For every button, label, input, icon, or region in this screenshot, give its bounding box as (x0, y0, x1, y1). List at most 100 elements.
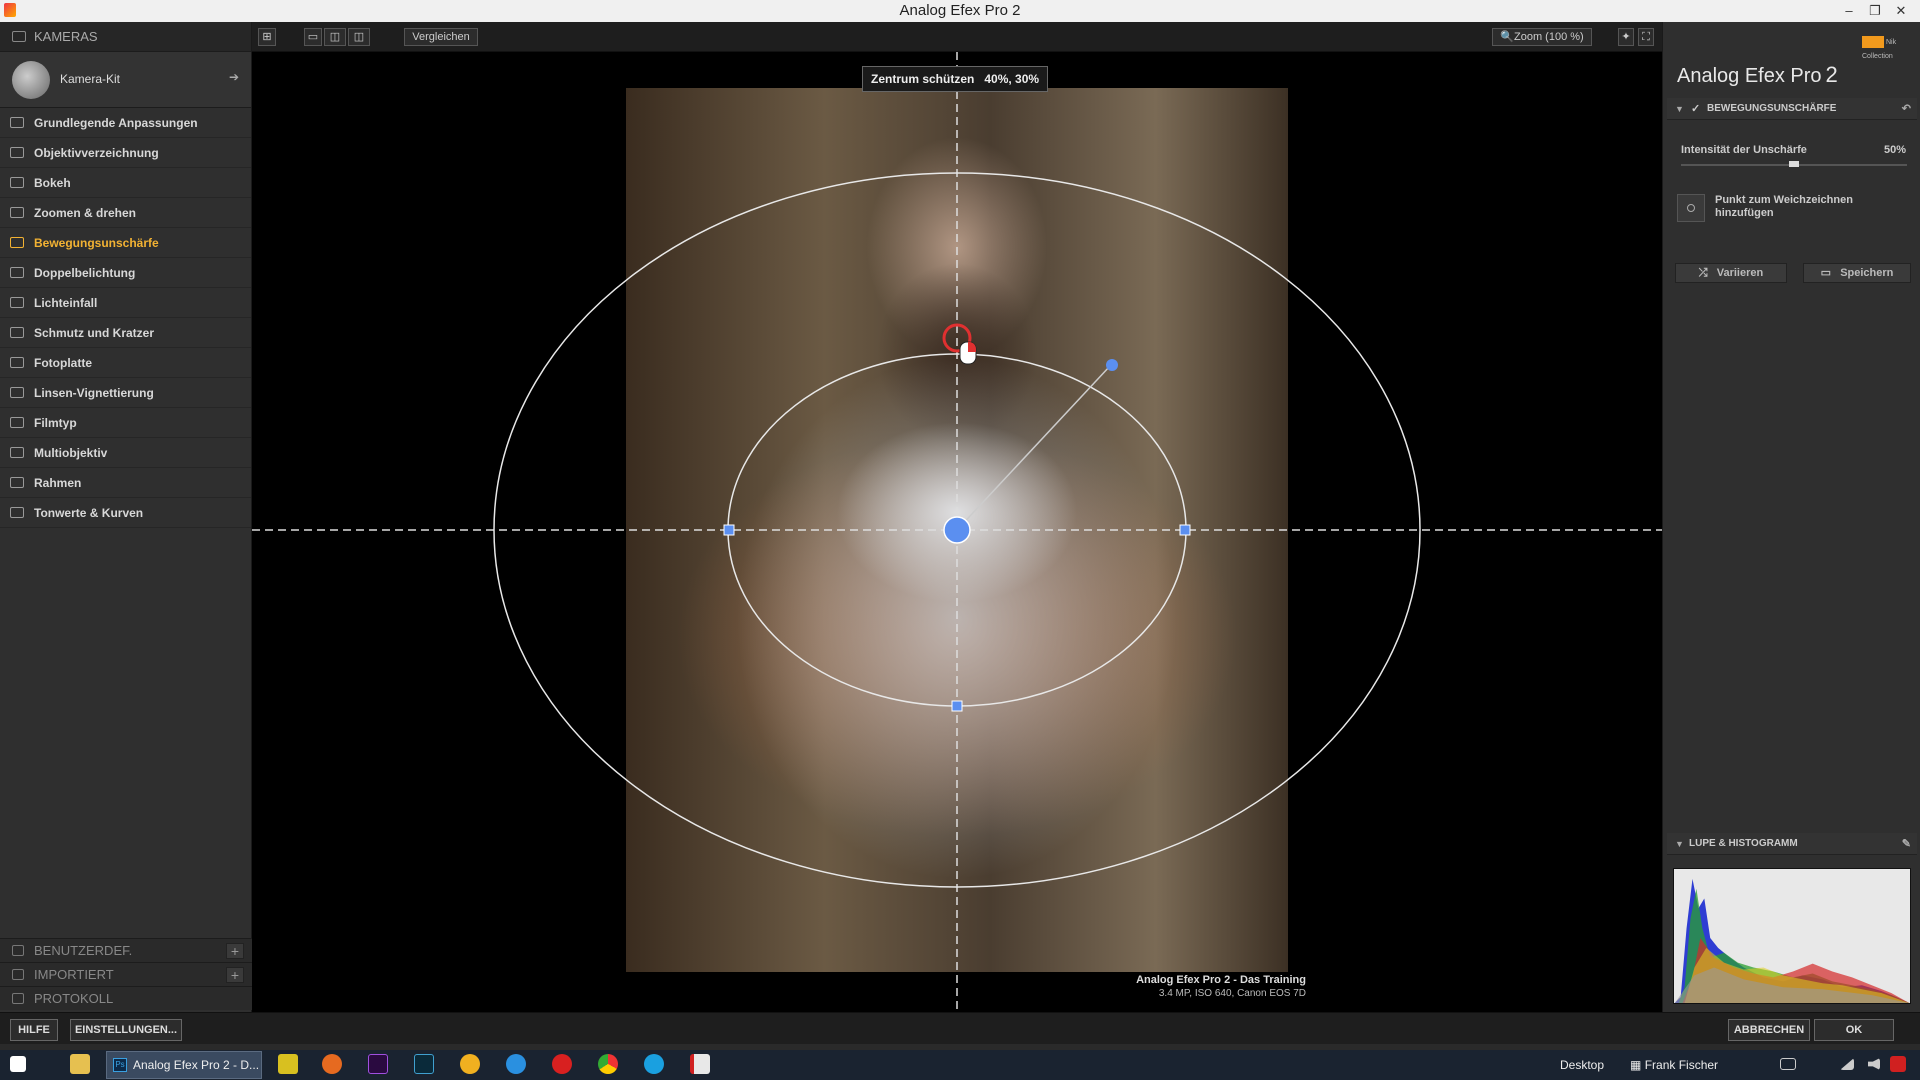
active-task-label: Analog Efex Pro 2 - D... (133, 1058, 260, 1072)
loupe-icon[interactable]: ✦ (1618, 28, 1634, 46)
filter-item[interactable]: Bokeh (0, 168, 251, 198)
filter-item[interactable]: Fotoplatte (0, 348, 251, 378)
keyboard-icon[interactable] (1780, 1058, 1796, 1070)
ok-button[interactable]: OK (1814, 1019, 1894, 1041)
nik-collection-logo: Nik Collection (1862, 36, 1916, 60)
film-type-icon (10, 417, 24, 428)
filter-item[interactable]: Lichteinfall (0, 288, 251, 318)
zoom-label: Zoom (100 %) (1514, 31, 1584, 43)
notification-icon[interactable] (1890, 1056, 1906, 1072)
side-by-side-icon[interactable]: ◫ (348, 28, 370, 46)
user-folder-icon: ▦ (1630, 1058, 1642, 1072)
panel-title-version: 2 (1825, 62, 1838, 87)
image-caption: Analog Efex Pro 2 - Das Training 3.4 MP,… (1136, 974, 1306, 1000)
start-icon[interactable] (10, 1056, 26, 1072)
filter-item[interactable]: Schmutz und Kratzer (0, 318, 251, 348)
filter-list: Grundlegende Anpassungen Objektivverzeich… (0, 108, 251, 528)
filter-item[interactable]: Grundlegende Anpassungen (0, 108, 251, 138)
filter-item[interactable]: Zoomen & drehen (0, 198, 251, 228)
loupe-histogram-header[interactable]: ▼ LUPE & HISTOGRAMM ✎ (1667, 833, 1917, 855)
filter-item[interactable]: Filmtyp (0, 408, 251, 438)
fullscreen-icon[interactable]: ⛶ (1638, 28, 1654, 46)
camera-icon (12, 31, 26, 42)
premiere-icon[interactable] (368, 1054, 388, 1074)
firefox-icon[interactable] (322, 1054, 342, 1074)
panel-toggle-icon[interactable]: ⊞ (258, 28, 276, 46)
filter-item[interactable]: Doppelbelichtung (0, 258, 251, 288)
filter-label: Linsen-Vignettierung (34, 386, 154, 400)
filter-item[interactable]: Linsen-Vignettierung (0, 378, 251, 408)
chrome-icon[interactable] (598, 1054, 618, 1074)
save-preset-button[interactable]: ▭ Speichern (1803, 263, 1911, 283)
section-custom-label: BENUTZERDEF. (34, 943, 133, 958)
frame-icon (10, 477, 24, 488)
filter-label: Grundlegende Anpassungen (34, 116, 198, 130)
chevron-down-icon[interactable]: ▼ (1675, 833, 1684, 855)
right-resize-handle[interactable] (1179, 524, 1191, 536)
histogram (1673, 868, 1911, 1004)
close-button[interactable]: ✕ (1888, 0, 1914, 22)
lightroom-icon[interactable] (414, 1054, 434, 1074)
bottom-resize-handle[interactable] (951, 700, 963, 712)
filter-item[interactable]: Bewegungsunschärfe (0, 228, 251, 258)
motion-blur-section-header[interactable]: ▼ ✓ BEWEGUNGSUNSCHÄRFE ↶ (1667, 98, 1917, 120)
add-imported-button[interactable]: + (226, 967, 244, 983)
reset-icon[interactable]: ↶ (1902, 98, 1911, 120)
taskbar-active-app[interactable]: Ps Analog Efex Pro 2 - D... (106, 1051, 262, 1079)
cancel-button[interactable]: ABBRECHEN (1728, 1019, 1810, 1041)
file-explorer-icon[interactable] (70, 1054, 90, 1074)
zoom-dropdown[interactable]: 🔍Zoom (100 %) (1492, 28, 1592, 46)
section-custom[interactable]: BENUTZERDEF. + (0, 938, 252, 962)
photoshop-icon: Ps (113, 1058, 127, 1072)
image-canvas[interactable]: Zentrum schützen 40%, 30% Analog Efex Pr… (252, 52, 1662, 1012)
camera-kit[interactable]: Kamera-Kit ➔ (0, 52, 251, 108)
rotation-handle[interactable] (1106, 359, 1118, 371)
minimize-button[interactable]: – (1836, 0, 1862, 22)
skype-icon[interactable] (644, 1054, 664, 1074)
filter-item[interactable]: Objektivverzeichnung (0, 138, 251, 168)
center-handle[interactable] (943, 516, 971, 544)
filter-item[interactable]: Rahmen (0, 468, 251, 498)
compare-button[interactable]: Vergleichen (404, 28, 478, 46)
red-app-icon[interactable] (552, 1054, 572, 1074)
left-resize-handle[interactable] (723, 524, 735, 536)
chevron-down-icon[interactable]: ▼ (1675, 98, 1684, 120)
network-icon[interactable] (1840, 1058, 1854, 1070)
volume-icon[interactable] (1868, 1058, 1880, 1070)
filter-item[interactable]: Tonwerte & Kurven (0, 498, 251, 528)
section-imported[interactable]: IMPORTIERT + (0, 962, 252, 986)
save-icon: ▭ (1820, 267, 1832, 279)
browser-icon[interactable] (506, 1054, 526, 1074)
filter-item[interactable]: Multiobjektiv (0, 438, 251, 468)
eye-icon (10, 177, 24, 188)
pin-icon[interactable]: ✎ (1902, 833, 1911, 855)
filter-label: Zoomen & drehen (34, 206, 137, 220)
add-custom-button[interactable]: + (226, 943, 244, 959)
split-view-icon[interactable]: ◫ (324, 28, 346, 46)
filter-panel: KAMERAS Kamera-Kit ➔ Grundlegende Anpass… (0, 22, 252, 1012)
import-icon (12, 969, 24, 980)
dialog-bottom-bar: HILFE EINSTELLUNGEN... ABBRECHEN OK (0, 1012, 1920, 1044)
desktop-toolbar-label[interactable]: Desktop (1560, 1050, 1604, 1080)
user-label[interactable]: ▦ Frank Fischer (1630, 1050, 1718, 1080)
blur-control-overlay[interactable] (252, 52, 1662, 1012)
window-title: Analog Efex Pro 2 (899, 2, 1021, 19)
camera-kit-label: Kamera-Kit (60, 72, 121, 86)
vary-button[interactable]: ⤮ Variieren (1675, 263, 1787, 283)
document-icon[interactable] (690, 1054, 710, 1074)
blur-intensity-slider[interactable] (1681, 161, 1907, 167)
help-button[interactable]: HILFE (10, 1019, 58, 1041)
arrow-right-icon[interactable]: ➔ (229, 70, 239, 84)
enable-checkbox[interactable]: ✓ (1691, 98, 1700, 120)
filter-label: Filmtyp (34, 416, 77, 430)
slider-thumb[interactable] (1789, 161, 1799, 167)
norton-icon[interactable] (278, 1054, 298, 1074)
restore-button[interactable]: ❐ (1862, 0, 1888, 22)
section-history[interactable]: PROTOKOLL (0, 986, 252, 1010)
add-control-point-button[interactable] (1677, 194, 1705, 222)
filter-label: Lichteinfall (34, 296, 98, 310)
settings-button[interactable]: EINSTELLUNGEN... (70, 1019, 182, 1041)
single-view-icon[interactable]: ▭ (304, 28, 322, 46)
app-icon-yellow[interactable] (460, 1054, 480, 1074)
cameras-header[interactable]: KAMERAS (0, 22, 251, 52)
